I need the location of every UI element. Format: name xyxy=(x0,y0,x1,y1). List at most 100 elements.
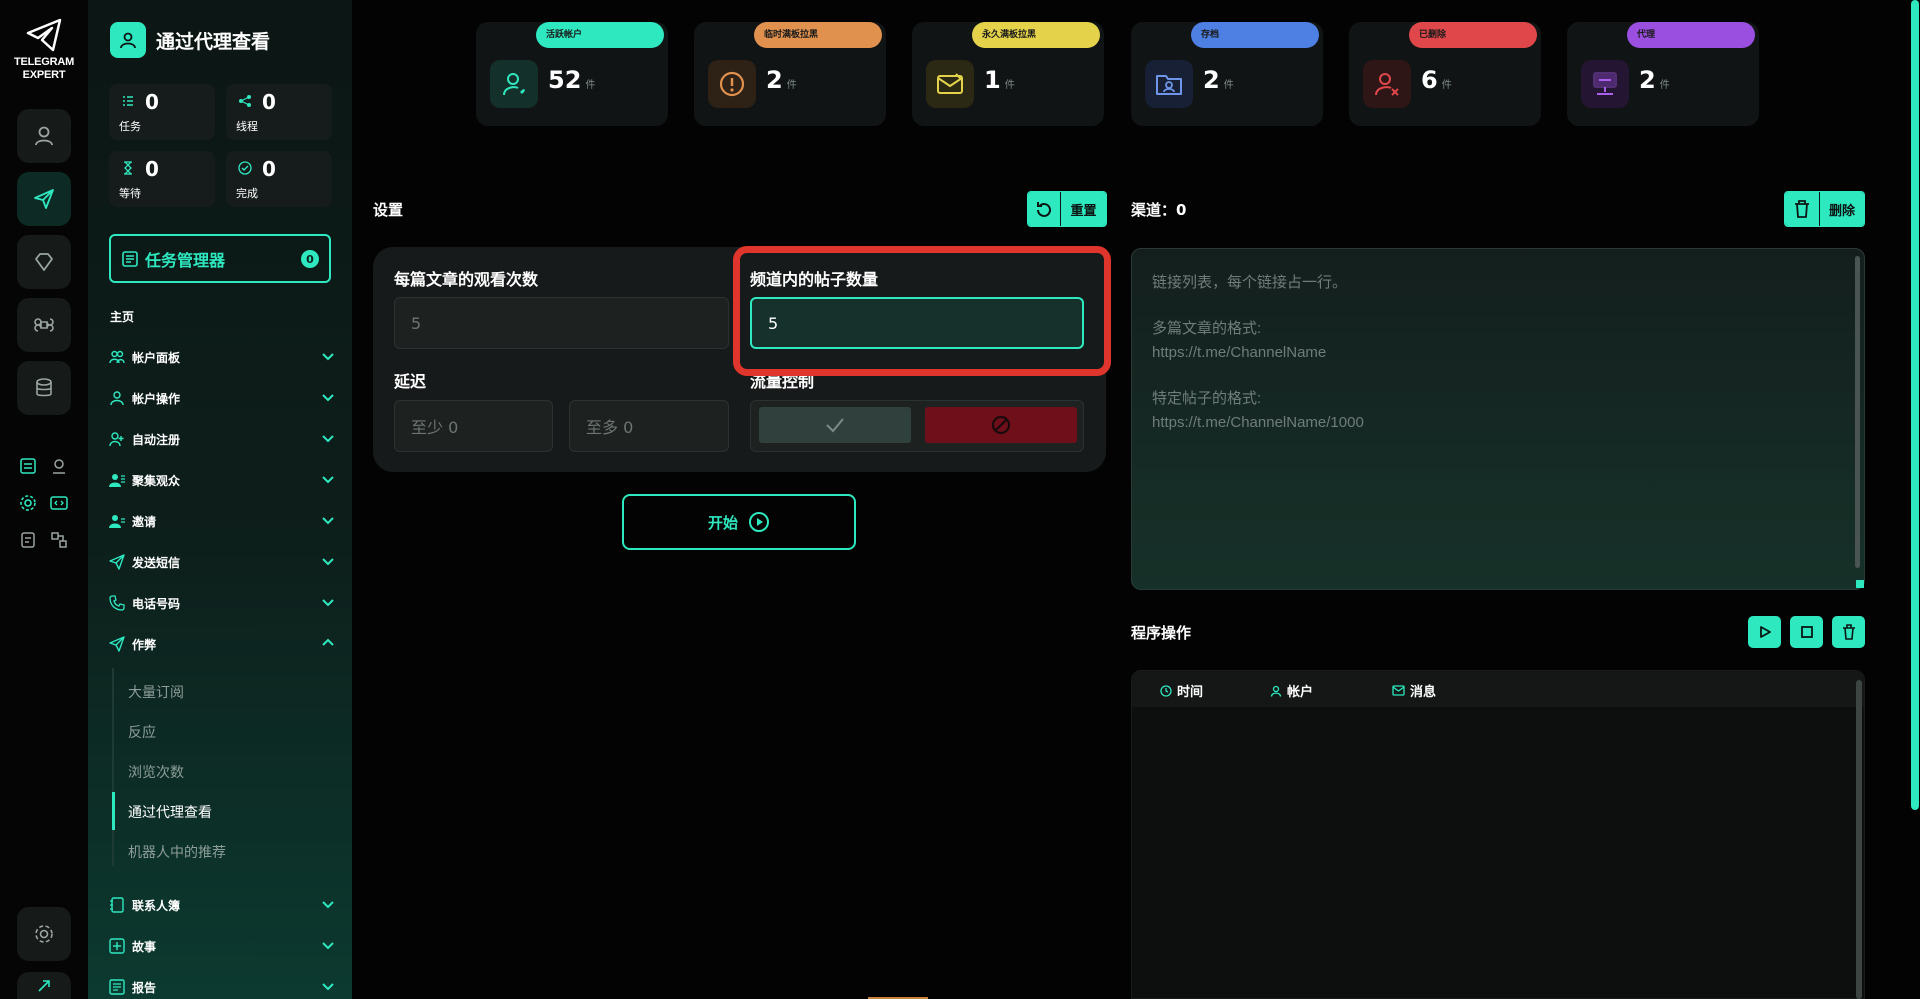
nav-item-account-ops[interactable]: 帐户操作 xyxy=(108,385,336,411)
gear-icon xyxy=(20,495,36,511)
block-icon xyxy=(991,415,1011,435)
log-clear-button[interactable] xyxy=(1832,616,1865,648)
nav-item-label: 帐户操作 xyxy=(132,391,181,406)
textarea-resize-handle[interactable] xyxy=(1856,580,1864,588)
chevron-down-icon xyxy=(322,983,334,991)
nav-item-reports[interactable]: 报告 xyxy=(108,974,336,999)
rail-settings-button[interactable] xyxy=(17,492,39,514)
notes-icon xyxy=(21,532,35,548)
start-label: 开始 xyxy=(707,513,738,532)
rail-gear-button[interactable] xyxy=(17,907,71,961)
card-perm-spam-block[interactable]: 永久满板拉黑 1件 xyxy=(912,22,1104,126)
highlight-box xyxy=(733,246,1111,376)
cheat-send-icon xyxy=(109,636,125,652)
report-icon xyxy=(109,979,125,995)
telegram-logo-icon xyxy=(26,18,62,52)
card-archived[interactable]: 存档 2件 xyxy=(1131,22,1323,126)
nav-item-phone-numbers[interactable]: 电话号码 xyxy=(108,590,336,616)
card-value: 1件 xyxy=(984,66,1015,94)
nav-item-gather-audience[interactable]: 聚集观众 xyxy=(108,467,336,493)
rail-notes-button[interactable] xyxy=(17,529,39,551)
log-table-header: 时间 帐户 消息 xyxy=(1132,671,1864,707)
stat-tasks: 0 任务 xyxy=(109,84,215,140)
submenu-view-via-proxy[interactable]: 通过代理查看 xyxy=(128,802,212,822)
chevron-down-icon xyxy=(322,558,334,566)
rail-code-button[interactable] xyxy=(48,492,70,514)
traffic-on-option[interactable] xyxy=(759,407,911,443)
nav-item-label: 发送短信 xyxy=(132,555,181,570)
rail-database-button[interactable] xyxy=(17,361,71,415)
nav-item-label: 帐户面板 xyxy=(132,350,181,365)
card-temp-spam-block[interactable]: 临时满板拉黑 2件 xyxy=(694,22,886,126)
nav-section-home[interactable]: 主页 xyxy=(110,308,134,325)
delete-button[interactable]: 删除 xyxy=(1784,191,1865,227)
col-message[interactable]: 消息 xyxy=(1392,681,1436,700)
textarea-scrollbar[interactable] xyxy=(1855,256,1860,568)
chevron-down-icon xyxy=(322,435,334,443)
nav-item-label: 作弊 xyxy=(132,637,157,652)
logo[interactable]: TELEGRAM EXPERT xyxy=(0,18,88,82)
traffic-off-option[interactable] xyxy=(925,407,1077,443)
log-stop-button[interactable] xyxy=(1790,616,1823,648)
stat-done-label: 完成 xyxy=(236,187,258,200)
start-button[interactable]: 开始 xyxy=(622,494,856,550)
rail-premium-button[interactable] xyxy=(17,235,71,289)
submenu-bot-referrals[interactable]: 机器人中的推荐 xyxy=(128,842,226,862)
rail-account-button[interactable] xyxy=(17,109,71,163)
nav-item-account-panel[interactable]: 帐户面板 xyxy=(108,344,336,370)
rail-list-button[interactable] xyxy=(17,455,39,477)
delay-max-input[interactable]: 至多 0 xyxy=(569,400,729,452)
placeholder-text: 特定帖子的格式: xyxy=(1152,390,1262,407)
chevron-down-icon xyxy=(322,599,334,607)
nav-item-contacts[interactable]: 联系人簿 xyxy=(108,892,336,918)
rail-command-button[interactable] xyxy=(17,298,71,352)
submenu-reactions[interactable]: 反应 xyxy=(128,722,156,742)
col-account[interactable]: 帐户 xyxy=(1270,681,1313,700)
stat-waiting-label: 等待 xyxy=(119,187,141,200)
rail-external-button[interactable] xyxy=(17,972,71,999)
rail-network-button[interactable] xyxy=(48,529,70,551)
reset-button[interactable]: 重置 xyxy=(1027,191,1107,227)
task-manager-badge: 0 xyxy=(301,250,319,268)
delay-label: 延迟 xyxy=(394,372,427,391)
rail-send-button[interactable] xyxy=(17,172,71,226)
card-deleted[interactable]: 已删除 6件 xyxy=(1349,22,1541,126)
task-list-icon xyxy=(123,96,133,106)
col-time[interactable]: 时间 xyxy=(1160,681,1203,700)
nav-item-stories[interactable]: 故事 xyxy=(108,933,336,959)
card-pill-label: 临时满板拉黑 xyxy=(754,22,882,48)
submenu-mass-subscribe[interactable]: 大量订阅 xyxy=(128,682,184,702)
nav-item-send-sms[interactable]: 发送短信 xyxy=(108,549,336,575)
card-pill-label: 已删除 xyxy=(1409,22,1537,48)
settings-title: 设置 xyxy=(373,201,404,219)
page-scrollbar[interactable] xyxy=(1911,0,1919,810)
nav-item-invite[interactable]: 邀请 xyxy=(108,508,336,534)
log-scrollbar[interactable] xyxy=(1856,680,1862,999)
nav-item-auto-register[interactable]: 自动注册 xyxy=(108,426,336,452)
user-pin-icon xyxy=(53,459,65,474)
nav-item-label: 自动注册 xyxy=(132,432,181,447)
mail-block-icon xyxy=(926,60,974,108)
story-icon xyxy=(109,938,125,954)
views-per-post-input[interactable]: 5 xyxy=(394,297,729,349)
channel-links-textarea[interactable]: 链接列表，每个链接占一行。 多篇文章的格式: https://t.me/Chan… xyxy=(1131,248,1865,590)
icon-rail: TELEGRAM EXPERT xyxy=(0,0,88,999)
user-icon xyxy=(110,391,124,406)
submenu-views[interactable]: 浏览次数 xyxy=(128,762,184,782)
settings-icon xyxy=(35,925,53,943)
col-account-label: 帐户 xyxy=(1287,685,1314,700)
log-play-button[interactable] xyxy=(1748,616,1781,648)
card-proxy[interactable]: 代理 2件 xyxy=(1567,22,1759,126)
page-title: 通过代理查看 xyxy=(156,30,271,53)
card-active-accounts[interactable]: 活跃帐户 52 件 xyxy=(476,22,668,126)
card-pill-label: 存档 xyxy=(1191,22,1319,48)
list-icon xyxy=(20,458,36,474)
chevron-down-icon xyxy=(322,476,334,484)
nav-item-cheat[interactable]: 作弊 xyxy=(108,631,336,657)
chevron-up-icon xyxy=(322,638,334,646)
contacts-icon xyxy=(110,897,124,913)
delay-min-input[interactable]: 至少 0 xyxy=(394,400,553,452)
task-manager-button[interactable]: 任务管理器 0 xyxy=(109,234,331,283)
stat-threads: 0 线程 xyxy=(226,84,332,140)
rail-user-pin-button[interactable] xyxy=(48,455,70,477)
